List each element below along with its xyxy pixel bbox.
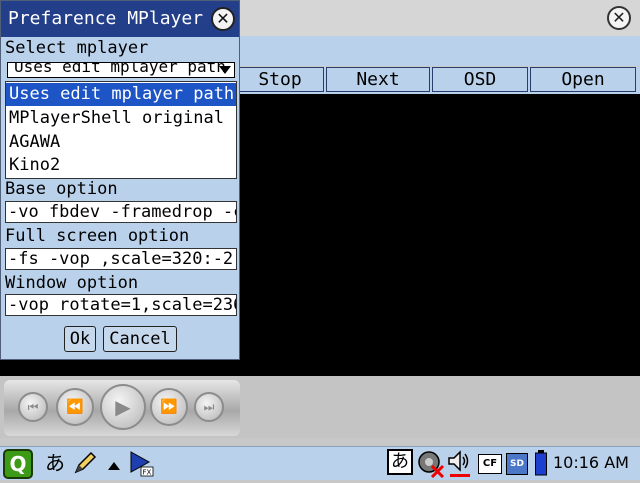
cancel-button[interactable]: Cancel (103, 326, 177, 352)
sd-card-icon[interactable]: SD (506, 453, 528, 475)
dialog-titlebar[interactable]: Prefarence MPlayerShell ✕ (1, 1, 239, 37)
fast-forward-icon[interactable]: ⏩ (150, 388, 188, 426)
skip-back-icon[interactable]: ⏮ (18, 392, 48, 422)
rewind-icon[interactable]: ⏪ (56, 388, 94, 426)
base-option-label: Base option (5, 179, 118, 199)
mplayer-fx-icon[interactable]: FX (128, 450, 154, 477)
input-method-box[interactable]: あ (387, 449, 413, 475)
skip-forward-icon[interactable]: ⏭ (194, 392, 224, 422)
preference-dialog: Prefarence MPlayerShell ✕ Select mplayer… (0, 0, 240, 360)
cf-card-icon[interactable]: CF (478, 454, 502, 474)
taskbar: Q あ FX あ CF SD 10:16 AM (0, 446, 640, 480)
stop-button[interactable]: Stop (236, 67, 324, 92)
dialog-title: Prefarence MPlayerShell (8, 8, 204, 29)
close-icon[interactable]: ✕ (607, 6, 631, 30)
mplayer-select[interactable]: Uses edit mplayer path (7, 62, 235, 78)
speaker-muted-icon[interactable] (446, 449, 474, 479)
network-disconnected-icon[interactable] (417, 450, 445, 479)
battery-icon[interactable] (535, 450, 547, 476)
input-method-indicator[interactable]: あ (42, 451, 68, 475)
list-item[interactable]: Kino2 (6, 154, 236, 177)
next-button[interactable]: Next (326, 67, 430, 92)
fullscreen-option-input[interactable] (6, 249, 236, 269)
speaker-muted-icon (448, 450, 470, 477)
osd-button[interactable]: OSD (432, 67, 528, 92)
window-option-input[interactable] (6, 295, 236, 315)
list-item[interactable]: Uses edit mplayer path (6, 83, 236, 106)
fullscreen-option-field[interactable] (5, 248, 237, 270)
base-option-input[interactable] (6, 202, 236, 222)
fullscreen-option-label: Full screen option (5, 226, 190, 246)
ok-button[interactable]: Ok (64, 326, 96, 352)
chevron-down-icon[interactable] (219, 66, 231, 74)
pen-icon[interactable] (72, 450, 98, 476)
playback-controls: ⏮ ⏪ ▶ ⏩ ⏭ (4, 380, 240, 436)
window-option-field[interactable] (5, 294, 237, 316)
up-arrow-icon[interactable] (106, 457, 122, 470)
up-arrow-icon (108, 462, 120, 470)
mplayer-select-value: Uses edit mplayer path (14, 62, 226, 76)
base-option-field[interactable] (5, 201, 237, 223)
play-icon[interactable]: ▶ (100, 384, 146, 430)
close-icon[interactable]: ✕ (211, 7, 235, 31)
open-button[interactable]: Open (530, 67, 636, 92)
select-mplayer-label: Select mplayer (5, 38, 149, 58)
mplayer-list[interactable]: Uses edit mplayer path MPlayerShell orig… (5, 81, 237, 179)
battery-icon (535, 450, 547, 476)
svg-text:FX: FX (143, 469, 152, 477)
window-option-label: Window option (5, 273, 139, 293)
pen-icon (74, 451, 97, 474)
clock[interactable]: 10:16 AM (553, 453, 629, 473)
list-item[interactable]: MPlayerShell original (6, 107, 236, 130)
network-disconnected-icon (418, 451, 445, 479)
list-item[interactable]: AGAWA (6, 131, 236, 154)
qtopia-logo-icon[interactable]: Q (3, 449, 33, 479)
mplayer-fx-icon: FX (130, 451, 154, 477)
